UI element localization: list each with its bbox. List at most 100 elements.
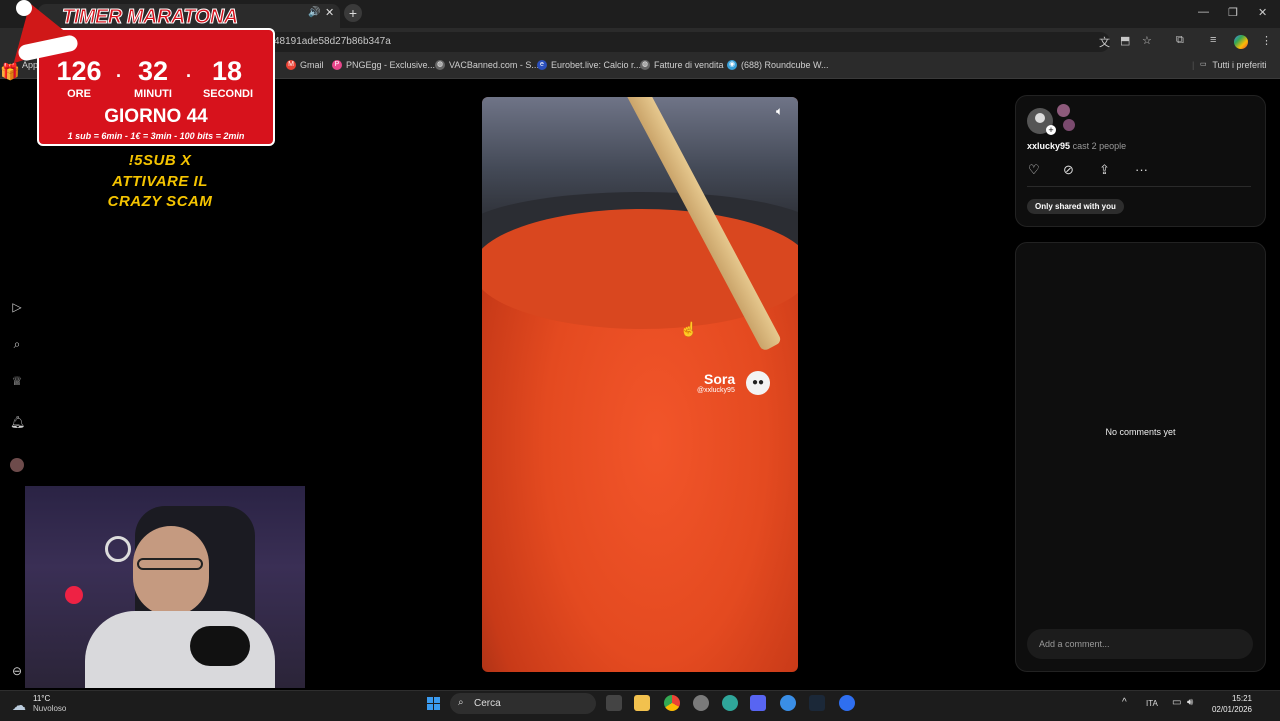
bookmark-fatture[interactable]: ◍ Fatture di vendita bbox=[640, 60, 724, 70]
remix-icon[interactable]: ⊘ bbox=[1063, 162, 1074, 178]
settings-icon[interactable]: ⊖ bbox=[10, 664, 24, 678]
timer-minutes-label: MINUTI bbox=[134, 88, 172, 100]
bookmark-roundcube[interactable]: ◉ (688) Roundcube W... bbox=[727, 60, 829, 70]
weather-temperature[interactable]: 11°C bbox=[33, 694, 50, 703]
play-icon[interactable]: ▷ bbox=[10, 300, 24, 314]
sora-handle: @xxlucky95 bbox=[697, 387, 735, 394]
maximize-icon[interactable]: ❐ bbox=[1228, 6, 1238, 19]
window-close-icon[interactable]: ✕ bbox=[1258, 6, 1267, 19]
bookmark-label: Gmail bbox=[300, 60, 324, 70]
microphone bbox=[190, 626, 250, 666]
no-comments-text: No comments yet bbox=[1105, 427, 1176, 437]
bookmark-apps[interactable]: App bbox=[22, 60, 38, 70]
timer-minutes: 32 bbox=[137, 56, 169, 86]
bookmark-label: VACBanned.com - S... bbox=[449, 60, 539, 70]
profile-avatar[interactable] bbox=[1234, 35, 1248, 49]
chevron-up-icon[interactable]: ^ bbox=[1122, 697, 1127, 708]
star-icon[interactable]: ☆ bbox=[1142, 34, 1152, 47]
network-icon[interactable]: ▭ bbox=[1172, 697, 1181, 708]
media-icon[interactable]: ≡ bbox=[1210, 34, 1216, 46]
bookmark-label: Eurobet.live: Calcio r... bbox=[551, 60, 642, 70]
globe-icon: ◍ bbox=[435, 60, 445, 70]
file-explorer-icon[interactable] bbox=[634, 695, 650, 711]
minimize-icon[interactable]: — bbox=[1198, 6, 1209, 18]
close-tab-icon[interactable]: ✕ bbox=[325, 6, 334, 19]
visibility-badge: Only shared with you bbox=[1027, 199, 1124, 214]
bookmark-label: PNGEgg - Exclusive... bbox=[346, 60, 436, 70]
url-text[interactable]: 48191ade58d27b86b347a bbox=[274, 36, 391, 47]
edge-icon[interactable] bbox=[722, 695, 738, 711]
more-icon[interactable]: ··· bbox=[1135, 162, 1148, 177]
new-tab-button[interactable]: + bbox=[344, 4, 362, 22]
glasses bbox=[137, 558, 203, 570]
comments-panel bbox=[1015, 242, 1266, 672]
windows-start-icon[interactable] bbox=[427, 697, 440, 710]
hand-cursor-icon: ☝ bbox=[680, 321, 698, 337]
address-bar[interactable] bbox=[265, 32, 1110, 52]
sub-goal-line: ATTIVARE IL bbox=[112, 173, 208, 190]
search-icon[interactable]: ⌕ bbox=[10, 337, 24, 351]
like-icon[interactable]: ♡ bbox=[1028, 162, 1040, 178]
webcam-feed bbox=[25, 486, 305, 688]
folder-icon: ▭ bbox=[1200, 61, 1207, 68]
bookmark-all[interactable]: | ▭ Tutti i preferiti bbox=[1192, 60, 1267, 70]
timer-day: GIORNO 44 bbox=[104, 106, 208, 127]
sub-goal-line: CRAZY SCAM bbox=[107, 193, 213, 210]
bookmark-label: Fatture di vendita bbox=[654, 60, 724, 70]
sora-logo-icon: ●● bbox=[746, 371, 770, 395]
post-caption: xxlucky95 cast 2 people bbox=[1027, 141, 1126, 151]
bookmark-vacbanned[interactable]: ◍ VACBanned.com - S... bbox=[435, 60, 539, 70]
bookmark-pngegg[interactable]: P PNGEgg - Exclusive... bbox=[332, 60, 435, 70]
cast-avatar[interactable] bbox=[1063, 119, 1075, 131]
app-icon[interactable] bbox=[839, 695, 855, 711]
taskbar-search[interactable] bbox=[450, 693, 596, 714]
clock-time[interactable]: 15:21 bbox=[1212, 694, 1252, 703]
bookmark-gmail[interactable]: M Gmail bbox=[286, 60, 324, 70]
cloud-icon[interactable]: ☁ bbox=[12, 697, 26, 714]
clock-date[interactable]: 02/01/2026 bbox=[1206, 705, 1252, 714]
gmail-icon: M bbox=[286, 60, 296, 70]
avatar-head bbox=[1035, 113, 1045, 123]
bookmark-label: App bbox=[22, 60, 39, 70]
roundcube-icon: ◉ bbox=[727, 60, 737, 70]
app-icon[interactable] bbox=[780, 695, 796, 711]
bookmark-label: Tutti i preferiti bbox=[1212, 60, 1267, 70]
language-indicator[interactable]: ITA bbox=[1146, 699, 1158, 708]
search-icon: ⌕ bbox=[458, 697, 464, 708]
sub-goal-line: !5SUB X bbox=[128, 152, 192, 169]
task-view-icon[interactable] bbox=[606, 695, 622, 711]
volume-icon[interactable]: 🔊︎ bbox=[1187, 697, 1193, 708]
divider: | bbox=[1192, 60, 1195, 70]
menu-kebab-icon[interactable]: ⋮ bbox=[1261, 34, 1272, 47]
app-icon[interactable] bbox=[693, 695, 709, 711]
extensions-icon[interactable]: ⧉ bbox=[1176, 34, 1184, 47]
translate-icon[interactable]: 文 bbox=[1099, 34, 1110, 50]
cast-avatar[interactable] bbox=[1057, 104, 1070, 117]
timer-hours: 126 bbox=[56, 56, 102, 86]
bell-icon[interactable]: 🔔︎ bbox=[10, 415, 25, 429]
eurobet-icon: e bbox=[537, 60, 547, 70]
sora-watermark: Sora bbox=[704, 371, 736, 387]
gift-icon: 🎁 bbox=[0, 64, 20, 81]
trophy-icon[interactable]: ♕ bbox=[10, 374, 24, 388]
discord-icon[interactable] bbox=[750, 695, 766, 711]
speaker-icon[interactable]: 🔊 bbox=[308, 7, 320, 18]
person-head bbox=[133, 526, 209, 616]
timer-seconds-label: SECONDI bbox=[202, 88, 254, 100]
timer-seconds: 18 bbox=[211, 56, 243, 86]
weather-description[interactable]: Nuvoloso bbox=[33, 704, 66, 713]
bookmark-eurobet[interactable]: e Eurobet.live: Calcio r... bbox=[537, 60, 641, 70]
sidebar-avatar[interactable] bbox=[10, 458, 24, 472]
chrome-icon[interactable] bbox=[664, 695, 680, 711]
volume-icon[interactable]: 🔈︎ bbox=[776, 104, 783, 119]
share-icon[interactable]: ⇪ bbox=[1099, 162, 1110, 178]
comment-input[interactable] bbox=[1027, 629, 1253, 659]
pngegg-icon: P bbox=[332, 60, 342, 70]
follow-plus-icon[interactable]: + bbox=[1046, 125, 1056, 135]
install-icon[interactable]: ⬒ bbox=[1120, 34, 1130, 47]
santa-hat-pompom bbox=[16, 0, 32, 16]
steam-icon[interactable] bbox=[809, 695, 825, 711]
username-link[interactable]: xxlucky95 bbox=[1027, 141, 1070, 151]
caption-suffix: cast 2 people bbox=[1072, 141, 1127, 151]
timer-hours-label: ORE bbox=[67, 88, 91, 100]
